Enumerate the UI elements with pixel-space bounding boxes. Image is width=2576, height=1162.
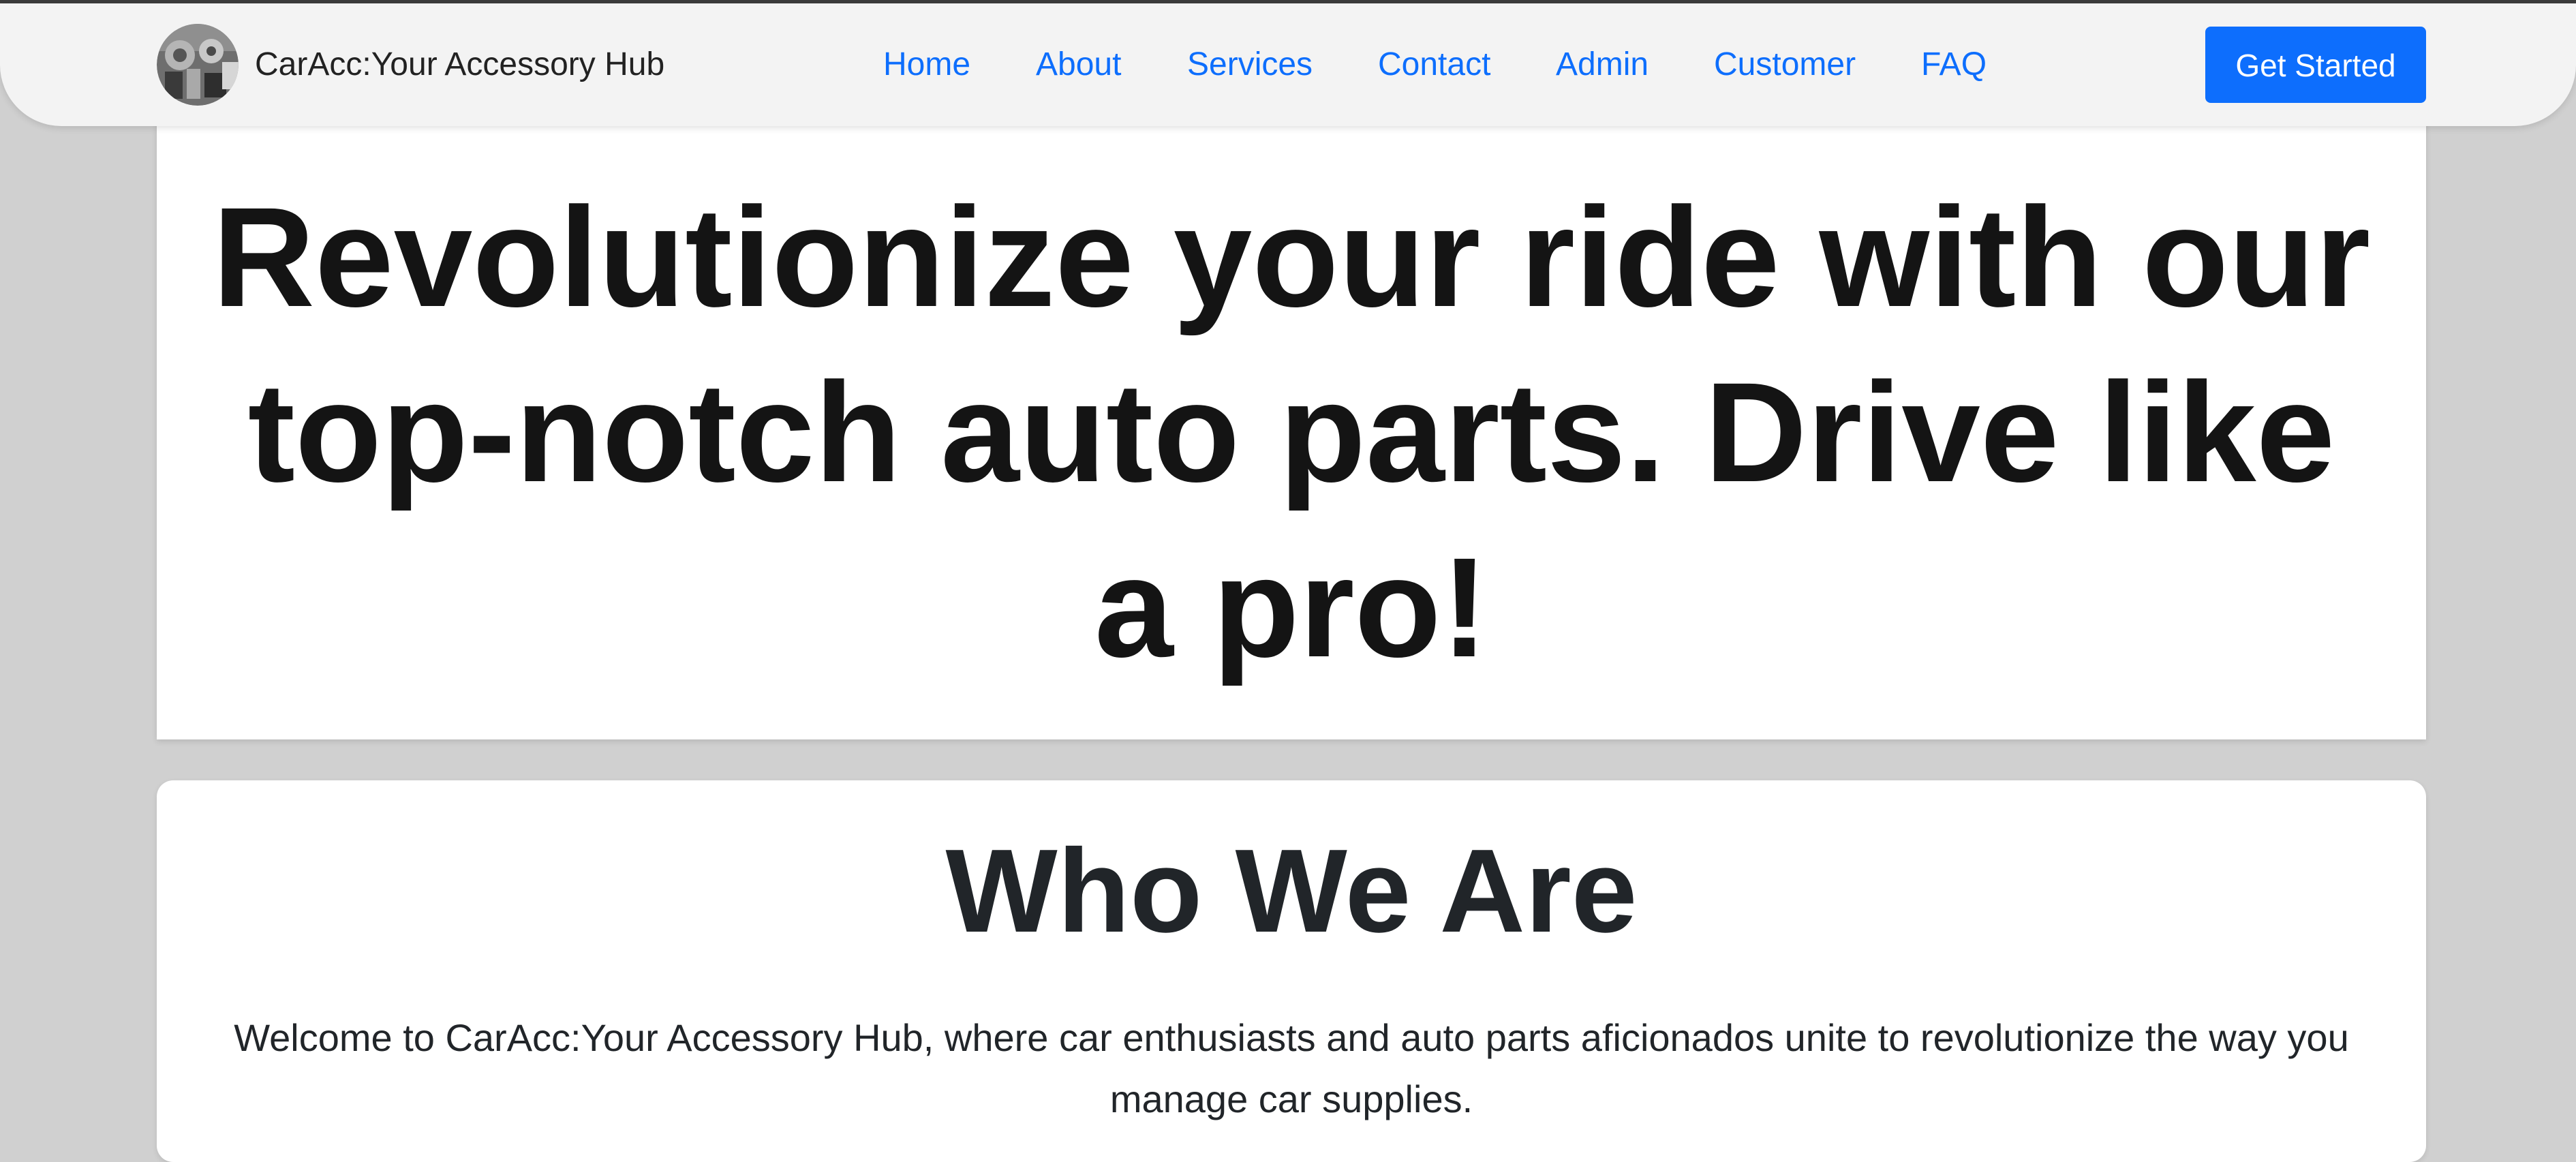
hero-title: Revolutionize your ride with our top-not… <box>212 179 2371 687</box>
hero-section: Revolutionize your ride with our top-not… <box>157 102 2426 739</box>
car-parts-logo-icon[interactable] <box>157 24 239 106</box>
nav-link-contact[interactable]: Contact <box>1378 3 1490 126</box>
nav-link-admin[interactable]: Admin <box>1556 3 1649 126</box>
navbar: CarAcc:Your Accessory Hub Home About Ser… <box>0 3 2576 126</box>
nav-link-services[interactable]: Services <box>1187 3 1313 126</box>
brand-name[interactable]: CarAcc:Your Accessory Hub <box>255 3 664 126</box>
get-started-button[interactable]: Get Started <box>2205 27 2426 103</box>
nav-link-home[interactable]: Home <box>883 3 970 126</box>
nav-link-customer[interactable]: Customer <box>1714 3 1856 126</box>
nav-link-faq[interactable]: FAQ <box>1921 3 1987 126</box>
nav-link-about[interactable]: About <box>1036 3 1121 126</box>
about-title: Who We Are <box>945 824 1638 957</box>
who-we-are-section: Who We Are Welcome to CarAcc:Your Access… <box>157 780 2426 1162</box>
about-description: Welcome to CarAcc:Your Accessory Hub, wh… <box>234 1016 2349 1120</box>
